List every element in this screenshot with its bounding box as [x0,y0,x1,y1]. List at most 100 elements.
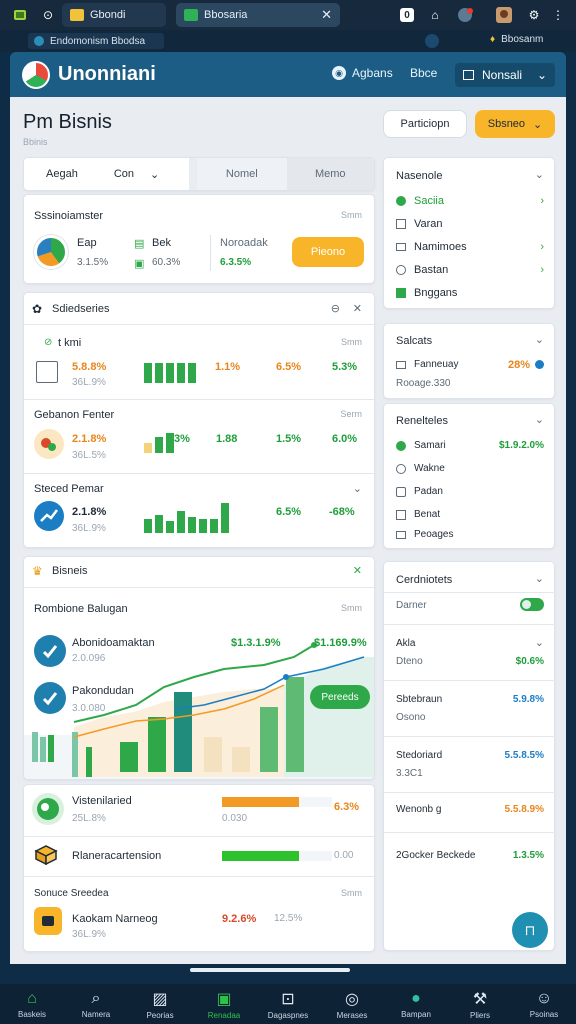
metric-value: 5.9.8% [512,694,544,705]
progress-title: Vistenilaried [72,795,132,807]
primary-button[interactable]: Sbsneo ⌄ [475,110,555,138]
avatar-icon[interactable] [496,7,512,23]
divider [24,473,376,474]
bar [188,517,196,533]
row-value: 1.1% [215,361,241,373]
chart-pill-button[interactable]: Pereeds [310,685,370,709]
nav-item-bampan[interactable]: ● Bampan [384,984,448,1024]
row-value: 3% [174,433,190,445]
nav-item-chart[interactable]: ▨ Peorias [128,984,192,1024]
search-icon[interactable]: ⊖ [331,302,340,315]
nav-item-active[interactable]: ▣ Renadaa [192,984,256,1024]
chevron-down-icon[interactable]: ⌄ [353,482,362,495]
metric-label: Stedoriard [396,750,443,761]
toggle-label: Darner [396,600,427,611]
chevron-down-icon[interactable]: ⌄ [535,168,544,181]
salcats-item[interactable]: Fanneuay [396,359,458,370]
row-value: 6.0% [332,433,358,445]
page-title: Pm Bisnis [23,111,112,133]
side-item-bnggans[interactable]: Bnggans [396,287,457,299]
nav-item-messages[interactable]: ◎ Merases [320,984,384,1024]
row-value: -68% [329,506,355,518]
nav-item-pliers[interactable]: ⚒ Pliers [448,984,512,1024]
progress-title: Rlaneracartension [72,850,162,862]
home-icon: ⌂ [27,989,37,1007]
chart-value: $1.3.1.9% [231,637,281,649]
chevron-down-icon[interactable]: ⌄ [535,333,544,346]
browser-tab-1[interactable]: Gbondi [62,3,166,27]
close-icon[interactable]: ✕ [353,564,362,577]
card-corner-label: Smm [341,888,362,898]
bar [144,519,152,533]
side-item-label: Fanneuay [414,359,459,370]
bar [188,363,196,383]
side-item-label: Wakne [414,463,445,474]
close-icon[interactable]: ✕ [353,302,362,315]
url-bar[interactable]: Endomonism Bbodsa ♦ Bbosanm [0,30,576,52]
side-item-padan[interactable]: Padan [396,486,443,497]
close-tab-icon[interactable]: ✕ [321,7,332,23]
more-icon[interactable]: ⋮ [550,7,566,23]
bar [155,363,163,383]
extension-icon[interactable] [425,34,439,48]
search-icon: ⌕ [91,989,101,1007]
header-nav-agbans[interactable]: ◉ Agbans [332,66,393,80]
chevron-down-icon[interactable]: ⌄ [535,572,544,585]
file-icon [396,219,406,229]
history-icon[interactable]: ⊙ [40,7,56,23]
cart-fab-icon[interactable]: ⊓ [512,912,548,948]
chevron-down-icon[interactable]: ⌄ [535,413,544,426]
nav-label: Pliers [469,1010,490,1020]
row-value: 6.5% [276,506,302,518]
browser-tab-2[interactable]: Bbosaria ✕ [176,3,340,27]
side-item-samari[interactable]: Samari [396,440,446,451]
side-item-benat[interactable]: Benat [396,509,440,520]
secondary-button[interactable]: Particiopn [383,110,467,138]
settings-icon[interactable]: ⚙ [526,7,542,23]
tab-strip: Aegah Con ⌄ Nomel Memo [23,157,375,191]
browser-tab-bar: ⊙ Gbondi Bbosaria ✕ 0 ⌂ ⚙ ⋮ [0,0,576,30]
tab-memo[interactable]: Memo [286,158,374,190]
tab-divider [189,158,198,190]
side-item-label: Bastan [414,264,449,276]
tab-nomel[interactable]: Nomel [197,158,287,190]
side-item-saciia[interactable]: Saciia [396,195,444,207]
main-panel: Pm Bisnis Bbinis Particiopn Sbsneo ⌄ Aega… [10,97,566,1024]
metric-label: Sbtebraun [396,694,443,705]
bookmark-area[interactable]: ♦ Bbosanm [490,34,543,45]
progress-card: Vistenilaried 25L.8% 0.030 6.3% Rlanerac… [23,784,376,952]
toggle-switch[interactable] [520,598,544,611]
profile-icon: ☺ [535,989,553,1007]
chevron-down-icon[interactable]: ⌄ [535,636,544,649]
nav-item-home[interactable]: ⌂ Baskeis [0,984,64,1024]
nav-item-diagnostics[interactable]: ⊡ Dagaspnes [256,984,320,1024]
nav-item-profile[interactable]: ☺ Psoinas [512,984,576,1024]
progress-fill [222,851,299,861]
bar [144,443,152,453]
browser-menu-icon[interactable] [12,7,28,23]
header-nav-bbce[interactable]: Bbce [410,66,437,80]
metric-sublabel: Dteno [396,656,423,667]
side-item-peoages[interactable]: Peoages [396,529,453,540]
user-icon: ◉ [332,66,346,80]
home-icon[interactable]: ⌂ [427,7,443,23]
side-item-wakne[interactable]: Wakne [396,463,445,474]
row-percent: 2.1.8% [72,506,107,518]
metric-sublabel: 3.3C1 [396,768,423,779]
header-dropdown[interactable]: Nonsali ⌄ [455,63,555,87]
tab-count-icon[interactable]: 0 [400,8,414,22]
address-field[interactable]: Endomonism Bbodsa [28,33,164,49]
tab-label: Aegah [46,168,78,180]
divider [210,235,211,271]
tab-label: Bbosaria [204,9,248,21]
side-item-bastan[interactable]: Bastan [396,264,448,276]
divider [384,832,556,833]
bar-chart-icon: ▤ [134,238,145,250]
side-item-varan[interactable]: Varan [396,218,443,230]
summary-action-button[interactable]: Pieono [292,237,364,267]
side-item-namimoes[interactable]: Namimoes [396,241,467,253]
tab-aegah[interactable]: Aegah Con ⌄ [24,158,190,190]
note-icon [396,509,406,520]
profile-icon[interactable] [457,7,473,23]
nav-item-search[interactable]: ⌕ Namera [64,984,128,1024]
